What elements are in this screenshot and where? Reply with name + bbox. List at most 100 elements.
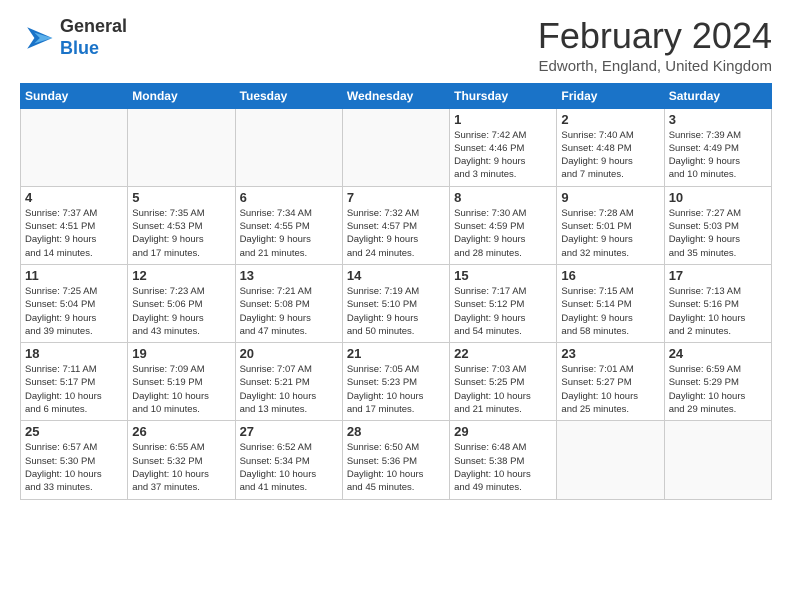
day-number: 11 xyxy=(25,268,123,283)
calendar-subtitle: Edworth, England, United Kingdom xyxy=(538,58,772,75)
day-info: Sunrise: 7:11 AM Sunset: 5:17 PM Dayligh… xyxy=(25,363,123,416)
cell-w4-d2: 27 Sunrise: 6:52 AM Sunset: 5:34 PM Dayli… xyxy=(235,421,342,499)
cell-w1-d1: 5 Sunrise: 7:35 AM Sunset: 4:53 PM Daylig… xyxy=(128,186,235,264)
cell-w4-d4: 29Sunrise: 6:48 AM Sunset: 5:38 PM Dayli… xyxy=(450,421,557,499)
day-info: Sunrise: 7:09 AM Sunset: 5:19 PM Dayligh… xyxy=(132,363,230,416)
day-info: Sunrise: 7:15 AM Sunset: 5:14 PM Dayligh… xyxy=(561,285,659,338)
day-info: Sunrise: 7:28 AM Sunset: 5:01 PM Dayligh… xyxy=(561,207,659,260)
day-number: 5 xyxy=(132,190,230,205)
day-number: 27 xyxy=(240,424,338,439)
day-number: 24 xyxy=(669,346,767,361)
day-number: 15 xyxy=(454,268,552,283)
day-info: Sunrise: 7:19 AM Sunset: 5:10 PM Dayligh… xyxy=(347,285,445,338)
day-info: Sunrise: 7:30 AM Sunset: 4:59 PM Dayligh… xyxy=(454,207,552,260)
day-number: 23 xyxy=(561,346,659,361)
calendar-title: February 2024 xyxy=(538,16,772,56)
cell-w0-d3 xyxy=(342,108,449,186)
cell-w3-d6: 24 Sunrise: 6:59 AM Sunset: 5:29 PM Dayli… xyxy=(664,343,771,421)
cell-w0-d2 xyxy=(235,108,342,186)
cell-w4-d5 xyxy=(557,421,664,499)
day-number: 28 xyxy=(347,424,445,439)
header: General Blue February 2024 Edworth, Engl… xyxy=(20,16,772,75)
day-number: 8 xyxy=(454,190,552,205)
cell-w2-d6: 17 Sunrise: 7:13 AM Sunset: 5:16 PM Dayli… xyxy=(664,264,771,342)
cell-w1-d2: 6 Sunrise: 7:34 AM Sunset: 4:55 PM Daylig… xyxy=(235,186,342,264)
day-number: 10 xyxy=(669,190,767,205)
day-number: 21 xyxy=(347,346,445,361)
page: General Blue February 2024 Edworth, Engl… xyxy=(0,0,792,510)
day-number: 20 xyxy=(240,346,338,361)
cell-w3-d2: 20 Sunrise: 7:07 AM Sunset: 5:21 PM Dayli… xyxy=(235,343,342,421)
day-number: 2 xyxy=(561,112,659,127)
cell-w1-d6: 10 Sunrise: 7:27 AM Sunset: 5:03 PM Dayli… xyxy=(664,186,771,264)
day-number: 19 xyxy=(132,346,230,361)
cell-w0-d5: 2 Sunrise: 7:40 AM Sunset: 4:48 PM Daylig… xyxy=(557,108,664,186)
title-block: February 2024 Edworth, England, United K… xyxy=(538,16,772,75)
day-info: Sunrise: 7:32 AM Sunset: 4:57 PM Dayligh… xyxy=(347,207,445,260)
header-row: Sunday Monday Tuesday Wednesday Thursday… xyxy=(21,83,772,108)
day-number: 7 xyxy=(347,190,445,205)
cell-w3-d3: 21 Sunrise: 7:05 AM Sunset: 5:23 PM Dayli… xyxy=(342,343,449,421)
week-row-1: 1 Sunrise: 7:42 AM Sunset: 4:46 PM Daylig… xyxy=(21,108,772,186)
logo-line2: Blue xyxy=(60,38,127,60)
day-info: Sunrise: 7:39 AM Sunset: 4:49 PM Dayligh… xyxy=(669,129,767,182)
cell-w2-d1: 12 Sunrise: 7:23 AM Sunset: 5:06 PM Dayli… xyxy=(128,264,235,342)
day-info: Sunrise: 6:55 AM Sunset: 5:32 PM Dayligh… xyxy=(132,441,230,494)
logo: General Blue xyxy=(20,16,127,59)
col-thursday: Thursday xyxy=(450,83,557,108)
day-info: Sunrise: 7:07 AM Sunset: 5:21 PM Dayligh… xyxy=(240,363,338,416)
cell-w1-d4: 8 Sunrise: 7:30 AM Sunset: 4:59 PM Daylig… xyxy=(450,186,557,264)
cell-w4-d1: 26 Sunrise: 6:55 AM Sunset: 5:32 PM Dayli… xyxy=(128,421,235,499)
day-info: Sunrise: 6:48 AM Sunset: 5:38 PM Dayligh… xyxy=(454,441,552,494)
day-number: 26 xyxy=(132,424,230,439)
cell-w2-d5: 16 Sunrise: 7:15 AM Sunset: 5:14 PM Dayli… xyxy=(557,264,664,342)
cell-w3-d1: 19 Sunrise: 7:09 AM Sunset: 5:19 PM Dayli… xyxy=(128,343,235,421)
day-info: Sunrise: 6:52 AM Sunset: 5:34 PM Dayligh… xyxy=(240,441,338,494)
cell-w0-d0 xyxy=(21,108,128,186)
cell-w1-d0: 4Sunrise: 7:37 AM Sunset: 4:51 PM Daylig… xyxy=(21,186,128,264)
cell-w1-d5: 9Sunrise: 7:28 AM Sunset: 5:01 PM Daylig… xyxy=(557,186,664,264)
day-info: Sunrise: 6:57 AM Sunset: 5:30 PM Dayligh… xyxy=(25,441,123,494)
logo-icon xyxy=(20,20,56,56)
day-number: 16 xyxy=(561,268,659,283)
day-info: Sunrise: 7:05 AM Sunset: 5:23 PM Dayligh… xyxy=(347,363,445,416)
cell-w4-d6 xyxy=(664,421,771,499)
day-number: 4 xyxy=(25,190,123,205)
day-number: 13 xyxy=(240,268,338,283)
cell-w2-d4: 15 Sunrise: 7:17 AM Sunset: 5:12 PM Dayli… xyxy=(450,264,557,342)
day-info: Sunrise: 7:17 AM Sunset: 5:12 PM Dayligh… xyxy=(454,285,552,338)
week-row-5: 25Sunrise: 6:57 AM Sunset: 5:30 PM Dayli… xyxy=(21,421,772,499)
week-row-2: 4Sunrise: 7:37 AM Sunset: 4:51 PM Daylig… xyxy=(21,186,772,264)
cell-w2-d2: 13 Sunrise: 7:21 AM Sunset: 5:08 PM Dayli… xyxy=(235,264,342,342)
day-info: Sunrise: 6:50 AM Sunset: 5:36 PM Dayligh… xyxy=(347,441,445,494)
col-sunday: Sunday xyxy=(21,83,128,108)
day-info: Sunrise: 7:40 AM Sunset: 4:48 PM Dayligh… xyxy=(561,129,659,182)
day-number: 14 xyxy=(347,268,445,283)
week-row-3: 11 Sunrise: 7:25 AM Sunset: 5:04 PM Dayli… xyxy=(21,264,772,342)
cell-w0-d1 xyxy=(128,108,235,186)
day-info: Sunrise: 7:42 AM Sunset: 4:46 PM Dayligh… xyxy=(454,129,552,182)
day-number: 6 xyxy=(240,190,338,205)
day-number: 17 xyxy=(669,268,767,283)
day-info: Sunrise: 7:27 AM Sunset: 5:03 PM Dayligh… xyxy=(669,207,767,260)
day-number: 22 xyxy=(454,346,552,361)
day-info: Sunrise: 7:03 AM Sunset: 5:25 PM Dayligh… xyxy=(454,363,552,416)
day-info: Sunrise: 7:25 AM Sunset: 5:04 PM Dayligh… xyxy=(25,285,123,338)
day-info: Sunrise: 7:34 AM Sunset: 4:55 PM Dayligh… xyxy=(240,207,338,260)
logo-line1: General xyxy=(60,16,127,38)
day-info: Sunrise: 6:59 AM Sunset: 5:29 PM Dayligh… xyxy=(669,363,767,416)
day-number: 3 xyxy=(669,112,767,127)
cell-w2-d3: 14 Sunrise: 7:19 AM Sunset: 5:10 PM Dayli… xyxy=(342,264,449,342)
col-saturday: Saturday xyxy=(664,83,771,108)
day-number: 1 xyxy=(454,112,552,127)
cell-w3-d5: 23Sunrise: 7:01 AM Sunset: 5:27 PM Dayli… xyxy=(557,343,664,421)
day-number: 12 xyxy=(132,268,230,283)
day-info: Sunrise: 7:21 AM Sunset: 5:08 PM Dayligh… xyxy=(240,285,338,338)
cell-w1-d3: 7 Sunrise: 7:32 AM Sunset: 4:57 PM Daylig… xyxy=(342,186,449,264)
col-friday: Friday xyxy=(557,83,664,108)
cell-w2-d0: 11 Sunrise: 7:25 AM Sunset: 5:04 PM Dayli… xyxy=(21,264,128,342)
day-info: Sunrise: 7:23 AM Sunset: 5:06 PM Dayligh… xyxy=(132,285,230,338)
cell-w0-d4: 1 Sunrise: 7:42 AM Sunset: 4:46 PM Daylig… xyxy=(450,108,557,186)
day-info: Sunrise: 7:35 AM Sunset: 4:53 PM Dayligh… xyxy=(132,207,230,260)
day-info: Sunrise: 7:13 AM Sunset: 5:16 PM Dayligh… xyxy=(669,285,767,338)
